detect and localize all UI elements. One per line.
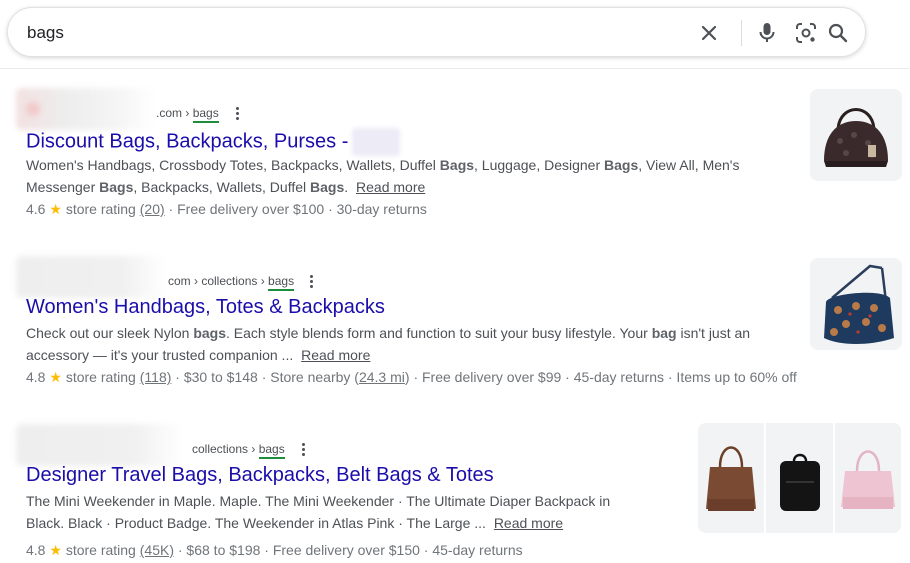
voice-search-button[interactable] (756, 22, 778, 44)
snippet-text: , View All, Men's (638, 157, 740, 173)
blurred-title-part (352, 128, 401, 156)
rating-extra: · Free delivery over $100 · 30-day retur… (168, 201, 427, 217)
read-more-link[interactable]: Read more (301, 347, 370, 363)
search-submit-button[interactable] (827, 22, 849, 44)
snippet-highlight: Bags (310, 179, 345, 195)
more-options-icon[interactable] (306, 272, 316, 290)
result-snippet-line: Check out our sleek Nylon bags. Each sty… (26, 322, 750, 344)
result-thumbnail[interactable] (835, 423, 901, 533)
snippet-text: . (344, 179, 353, 195)
rating-label: store rating (65, 369, 136, 385)
result-thumbnail[interactable] (698, 423, 764, 533)
breadcrumb-path: bags (258, 442, 285, 459)
rating-extra: · $30 to $148 · Store nearby ( (175, 369, 359, 385)
result-title-link[interactable]: Designer Travel Bags, Backpacks, Belt Ba… (26, 464, 494, 487)
star-icon: ★ (49, 542, 62, 558)
snippet-text: Women's Handbags, Crossbody Totes, Backp… (26, 157, 440, 173)
breadcrumb-domain: com › collections › (168, 274, 265, 288)
read-more-link[interactable]: Read more (494, 515, 563, 531)
review-count-link[interactable]: (45K) (140, 542, 174, 558)
clear-search-button[interactable] (698, 22, 720, 44)
result-snippet-line: Black. Black · Product Badge. The Weeken… (26, 512, 563, 534)
handbag-image (810, 89, 902, 181)
search-bar (7, 7, 866, 57)
rating-label: store rating (65, 542, 136, 558)
pink-weekender-bag-image (835, 423, 901, 533)
breadcrumb[interactable]: collections › bags (192, 442, 285, 459)
snippet-highlight: bags (193, 325, 226, 341)
result-title-link[interactable]: Discount Bags, Backpacks, Purses - (26, 128, 401, 156)
result-rating-row: 4.6 ★ store rating (20) · Free delivery … (26, 201, 427, 218)
snippet-text: Messenger (26, 179, 100, 195)
weekender-bag-image (698, 423, 764, 533)
breadcrumb[interactable]: .com › bags (156, 106, 219, 123)
review-count-link[interactable]: (20) (140, 201, 165, 217)
result-snippet-line: Women's Handbags, Crossbody Totes, Backp… (26, 154, 739, 176)
rating-value: 4.6 (26, 201, 46, 217)
breadcrumb-path: bags (192, 106, 219, 123)
crossbody-bag-image (810, 258, 902, 350)
result-snippet-line: The Mini Weekender in Maple. Maple. The … (26, 493, 611, 509)
snippet-text: isn't just an (676, 325, 751, 341)
result-thumbnail[interactable] (810, 258, 902, 350)
result-thumbnail[interactable] (766, 423, 833, 533)
snippet-text: . Each style blends form and function to… (226, 325, 652, 341)
snippet-highlight: Bags (604, 157, 639, 173)
snippet-text: , Backpacks, Wallets, Duffel (133, 179, 311, 195)
search-bar-divider (741, 20, 742, 46)
snippet-text: accessory — it's your trusted companion … (26, 347, 298, 363)
result-title-link[interactable]: Women's Handbags, Totes & Backpacks (26, 296, 385, 319)
store-distance-link[interactable]: 24.3 mi (359, 369, 405, 385)
rating-label: store rating (65, 201, 136, 217)
breadcrumb-domain: collections › (192, 442, 256, 456)
more-options-icon[interactable] (232, 104, 242, 122)
blurred-site-name (16, 256, 166, 298)
blurred-site-name (16, 424, 184, 466)
rating-extra: · $68 to $198 · Free delivery over $150 … (177, 542, 523, 558)
result-snippet-line: Messenger Bags, Backpacks, Wallets, Duff… (26, 176, 425, 198)
result-title: Discount Bags, Backpacks, Purses - (26, 130, 349, 153)
rating-value: 4.8 (26, 369, 46, 385)
breadcrumb[interactable]: com › collections › bags (168, 274, 295, 291)
star-icon: ★ (49, 369, 62, 385)
breadcrumb-path: bags (268, 274, 295, 291)
result-rating-row: 4.8 ★ store rating (118) · $30 to $148 ·… (26, 369, 797, 386)
rating-extra: ) · Free delivery over $99 · 45-day retu… (404, 369, 797, 385)
review-count-link[interactable]: (118) (140, 369, 172, 385)
close-icon (701, 25, 717, 41)
blurred-favicon (26, 102, 40, 116)
result-snippet-line: accessory — it's your trusted companion … (26, 344, 370, 366)
search-icon (828, 23, 848, 43)
star-icon: ★ (49, 201, 62, 217)
result-thumbnail[interactable] (810, 89, 902, 181)
snippet-text: , Luggage, Designer (474, 157, 605, 173)
result-rating-row: 4.8 ★ store rating (45K) · $68 to $198 ·… (26, 542, 523, 559)
search-result: collections › bags Designer Travel Bags,… (16, 424, 686, 558)
snippet-highlight: bag (651, 325, 677, 341)
search-result: .com › bags Discount Bags, Backpacks, Pu… (16, 88, 806, 217)
snippet-highlight: Bags (439, 157, 475, 173)
mic-icon (759, 23, 775, 42)
more-options-icon[interactable] (298, 440, 308, 458)
read-more-link[interactable]: Read more (356, 179, 425, 195)
header-divider (0, 68, 910, 69)
lens-icon (796, 23, 816, 43)
search-result: com › collections › bags Women's Handbag… (16, 256, 806, 385)
lens-search-button[interactable] (795, 22, 817, 44)
search-input[interactable] (27, 21, 627, 45)
snippet-highlight: Bags (99, 179, 134, 195)
backpack-image (766, 423, 833, 533)
snippet-text: Black. Black · Product Badge. The Weeken… (26, 515, 490, 531)
breadcrumb-domain: .com › (156, 106, 190, 120)
rating-value: 4.8 (26, 542, 46, 558)
snippet-text: Check out our sleek Nylon (26, 325, 194, 341)
